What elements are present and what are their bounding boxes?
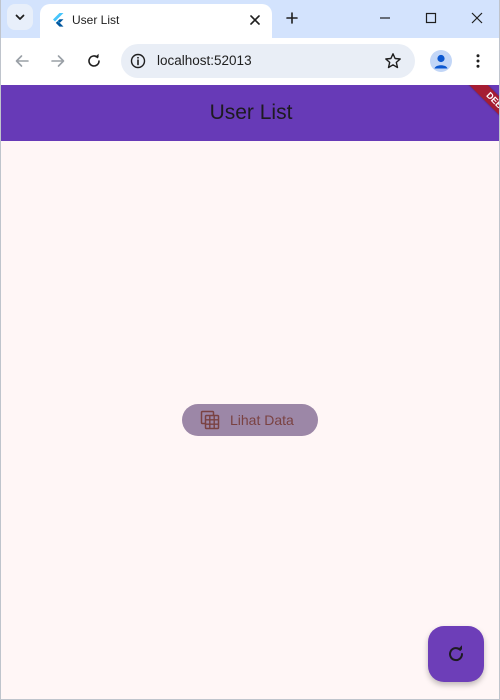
maximize-icon <box>425 12 437 24</box>
back-button[interactable] <box>9 48 35 74</box>
bookmark-button[interactable] <box>383 51 403 71</box>
minimize-icon <box>380 17 390 19</box>
plus-icon <box>286 12 298 24</box>
url-text[interactable]: localhost:52013 <box>157 53 252 69</box>
page-title: User List <box>209 101 293 124</box>
tab-title: User List <box>72 13 120 27</box>
close-icon <box>471 12 483 24</box>
reload-button[interactable] <box>81 48 107 74</box>
app-bar: User List <box>1 85 499 141</box>
debug-banner-label: DEBUG <box>455 85 499 141</box>
browser-window: User List localhost:52013 User List DEBU… <box>0 0 500 700</box>
arrow-right-icon <box>51 55 65 67</box>
arrow-left-icon <box>15 55 29 67</box>
tab-strip: User List <box>1 0 499 38</box>
star-icon <box>385 53 401 69</box>
maximize-button[interactable] <box>418 6 444 30</box>
browser-toolbar: localhost:52013 <box>1 38 499 85</box>
tab-close-button[interactable] <box>246 11 264 29</box>
table-icon <box>200 410 220 430</box>
info-icon <box>130 53 146 69</box>
new-tab-button[interactable] <box>281 7 303 29</box>
profile-avatar-button[interactable] <box>430 50 452 72</box>
debug-banner: DEBUG <box>432 85 499 141</box>
minimize-button[interactable] <box>372 6 398 30</box>
more-vert-icon <box>476 54 480 68</box>
reload-icon <box>88 53 100 67</box>
forward-button[interactable] <box>45 48 71 74</box>
lihat-data-button[interactable]: Lihat Data <box>182 404 318 436</box>
lihat-data-label: Lihat Data <box>230 412 294 428</box>
refresh-fab[interactable] <box>428 626 484 682</box>
person-icon <box>434 54 448 69</box>
address-bar[interactable]: localhost:52013 <box>121 44 415 78</box>
tab-search-button[interactable] <box>7 4 33 30</box>
browser-menu-button[interactable] <box>465 48 491 74</box>
window-close-button[interactable] <box>464 6 490 30</box>
browser-tab-active[interactable]: User List <box>40 4 272 38</box>
chevron-down-icon <box>15 14 25 20</box>
refresh-icon <box>449 645 464 662</box>
app-body: Lihat Data <box>1 141 499 699</box>
site-info-button[interactable] <box>129 52 147 70</box>
close-icon <box>250 15 260 25</box>
flutter-logo-icon <box>53 13 64 27</box>
